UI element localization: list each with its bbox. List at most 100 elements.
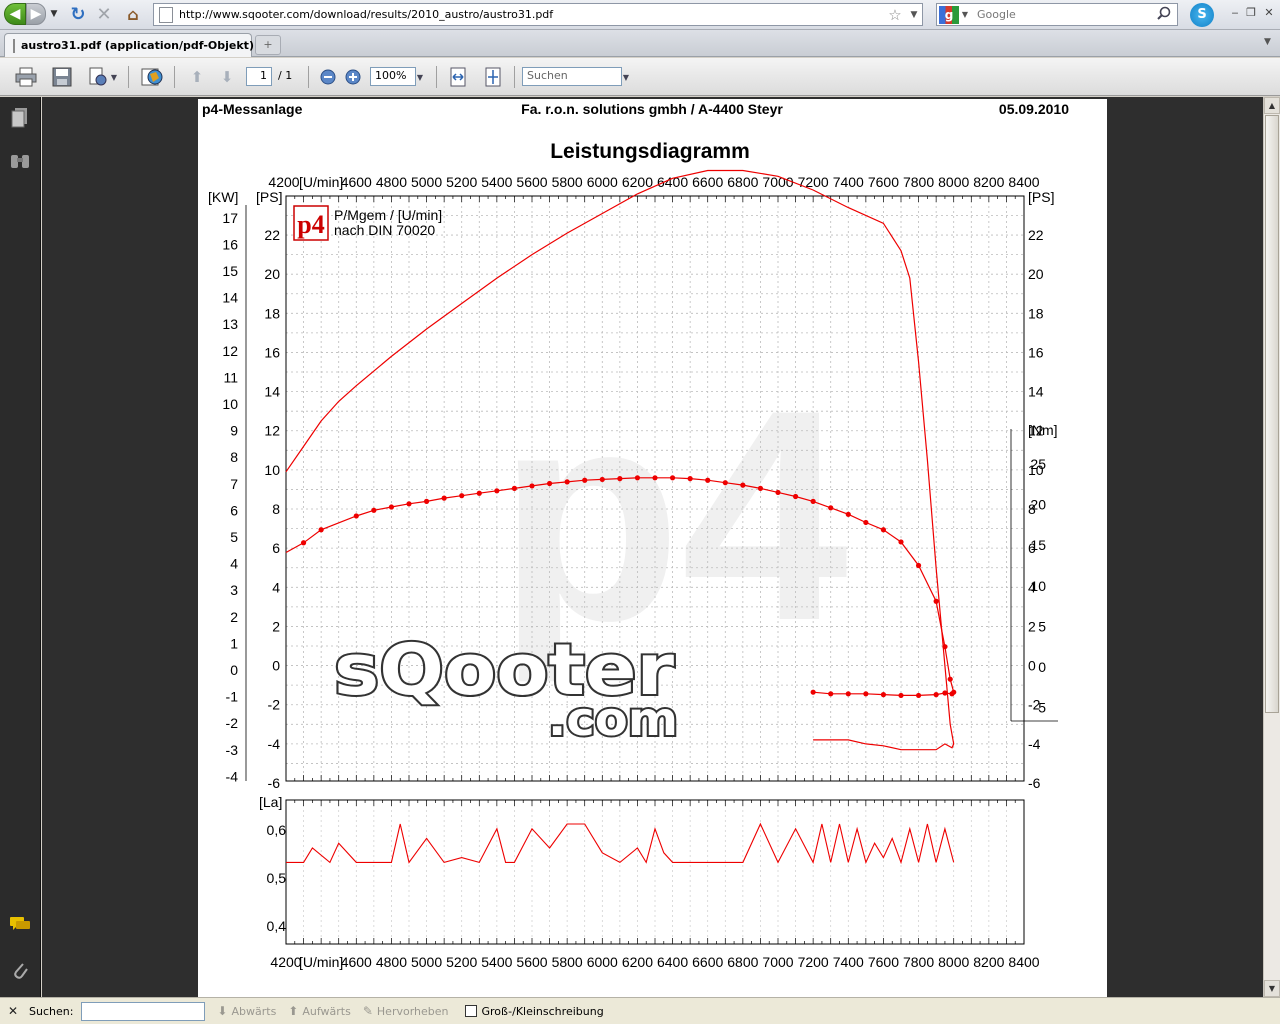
ps-tick-label-left: 0 <box>272 658 280 674</box>
x-tick-label-top: 7400 <box>833 174 864 190</box>
paperclip-icon[interactable] <box>8 959 32 983</box>
lambda-tick-label: 0,4 <box>267 918 287 934</box>
fit-page-button[interactable] <box>481 66 505 88</box>
new-tab-button[interactable]: + <box>255 35 281 55</box>
kw-tick-label: 10 <box>222 396 238 412</box>
binoculars-icon[interactable] <box>8 152 32 176</box>
save-button[interactable] <box>50 66 74 88</box>
close-window-button[interactable]: ✕ <box>1262 6 1276 20</box>
scroll-up-button[interactable]: ▲ <box>1264 97 1280 114</box>
toolbar-separator <box>128 66 129 88</box>
find-close-button[interactable]: ✕ <box>3 1004 23 1018</box>
fit-page-icon <box>485 67 501 87</box>
restore-button[interactable]: ❐ <box>1244 6 1258 20</box>
document-options-button[interactable] <box>86 66 110 88</box>
search-engine-dropdown-button[interactable]: ▼ <box>959 10 971 19</box>
kw-tick-label: 17 <box>222 210 238 226</box>
nm-tick-label: 25 <box>1030 456 1046 472</box>
history-dropdown-button[interactable]: ▼ <box>48 3 60 25</box>
skype-icon[interactable]: S <box>1190 3 1214 27</box>
x-tick-label-top: 5000 <box>411 174 442 190</box>
x-tick-label-bottom: 7000 <box>762 954 793 970</box>
ps-tick-label-left: 10 <box>264 462 280 478</box>
url-dropdown-button[interactable]: ▼ <box>906 10 922 20</box>
vertical-scrollbar[interactable]: ▲ ▼ <box>1263 97 1280 997</box>
chart-title: Leistungsdiagramm <box>550 140 750 163</box>
find-input[interactable] <box>81 1001 206 1021</box>
reload-button[interactable]: ↻ <box>68 3 88 25</box>
highlight-button[interactable]: ✎ Hervorheben <box>363 1004 449 1018</box>
torque-point <box>863 691 869 697</box>
zoom-out-button[interactable] <box>316 66 340 88</box>
torque-point <box>652 475 658 481</box>
torque-point <box>757 485 764 491</box>
arrow-down-icon: ⬇ <box>220 68 234 86</box>
fit-width-button[interactable] <box>446 66 470 88</box>
search-input[interactable]: Google <box>971 8 1157 21</box>
url-bar[interactable]: http://www.sqooter.com/download/results/… <box>153 3 923 26</box>
search-icon[interactable] <box>1157 6 1177 24</box>
x-tick-label-bottom: 6800 <box>727 954 758 970</box>
x-tick-label-bottom: 7600 <box>868 954 899 970</box>
scroll-down-button[interactable]: ▼ <box>1264 980 1280 997</box>
x-tick-label-top: 8000 <box>938 174 969 190</box>
bookmark-star-icon[interactable]: ☆ <box>884 6 906 24</box>
torque-point <box>388 504 395 510</box>
forward-button[interactable]: ▶ <box>26 3 46 25</box>
torque-point <box>810 498 816 504</box>
x-tick-label-top: 7800 <box>903 174 934 190</box>
find-label: Suchen: <box>29 1004 74 1018</box>
kw-tick-label: 6 <box>230 502 238 518</box>
minimize-button[interactable]: ‒ <box>1228 6 1242 20</box>
kw-tick-label: 1 <box>230 635 238 651</box>
url-text[interactable]: http://www.sqooter.com/download/results/… <box>179 8 884 21</box>
tab-title: austro31.pdf (application/pdf-Objekt) <box>21 39 254 52</box>
match-case-checkbox[interactable]: Groß-/Kleinschreibung <box>464 1004 604 1018</box>
ps-tick-label-left: 4 <box>272 579 280 595</box>
torque-point <box>828 505 834 511</box>
page-number-input[interactable]: 1 <box>246 67 272 86</box>
kw-tick-label: -2 <box>226 715 239 731</box>
reload-icon: ↻ <box>70 3 86 25</box>
pdf-search-input[interactable]: Suchen <box>522 67 622 86</box>
search-bar[interactable]: g ▼ Google <box>936 3 1178 26</box>
p4-logo: p4 <box>293 205 329 241</box>
zoom-dropdown-button[interactable]: ▼ <box>414 66 426 88</box>
page-icon <box>159 6 173 23</box>
pdf-search-dropdown-button[interactable]: ▼ <box>620 66 632 88</box>
back-button[interactable]: ◀ <box>4 3 26 25</box>
kw-tick-label: 11 <box>223 369 238 385</box>
adobe-online-button[interactable] <box>140 66 164 88</box>
tab-pdf[interactable]: austro31.pdf (application/pdf-Objekt) <box>4 33 254 57</box>
sqooter-logo: sQooter .com <box>332 627 680 748</box>
zoom-in-button[interactable] <box>341 66 365 88</box>
header-left: p4-Messanlage <box>202 101 303 117</box>
google-icon[interactable]: g <box>939 5 959 24</box>
x-tick-label-bottom: 5600 <box>516 954 547 970</box>
find-previous-button[interactable]: ⬆ Aufwärts <box>288 1004 351 1018</box>
stop-button[interactable]: ✕ <box>94 3 114 25</box>
page-total: / 1 <box>278 69 293 82</box>
pages-icon[interactable] <box>8 107 32 131</box>
torque-point <box>933 692 939 698</box>
options-dropdown-button[interactable]: ▼ <box>108 66 120 88</box>
printer-icon <box>15 67 37 87</box>
x-tick-label-top: 6200 <box>622 174 653 190</box>
comments-icon[interactable] <box>8 915 32 939</box>
scroll-thumb[interactable] <box>1265 115 1279 713</box>
header-right: 05.09.2010 <box>999 101 1069 117</box>
print-button[interactable] <box>14 66 38 88</box>
previous-page-button[interactable]: ⬆ <box>185 66 209 88</box>
next-page-button[interactable]: ⬇ <box>215 66 239 88</box>
torque-point <box>898 539 904 545</box>
home-button[interactable]: ⌂ <box>122 3 144 25</box>
x-tick-label-top: 4600 <box>341 174 372 190</box>
x-tick-label-top: 5600 <box>516 174 547 190</box>
x-tick-label-bottom: 6200 <box>622 954 653 970</box>
torque-point <box>915 562 922 569</box>
tab-list-button[interactable]: ▼ <box>1264 37 1278 47</box>
zoom-level-input[interactable]: 100% <box>370 67 416 86</box>
find-next-button[interactable]: ⬇ Abwärts <box>217 1004 276 1018</box>
lambda-plot: [La] 0,6 0,5 0,4 4200[U/min]4600 4800 5000 5200… <box>259 794 1040 970</box>
match-case-label: Groß-/Kleinschreibung <box>481 1004 604 1018</box>
